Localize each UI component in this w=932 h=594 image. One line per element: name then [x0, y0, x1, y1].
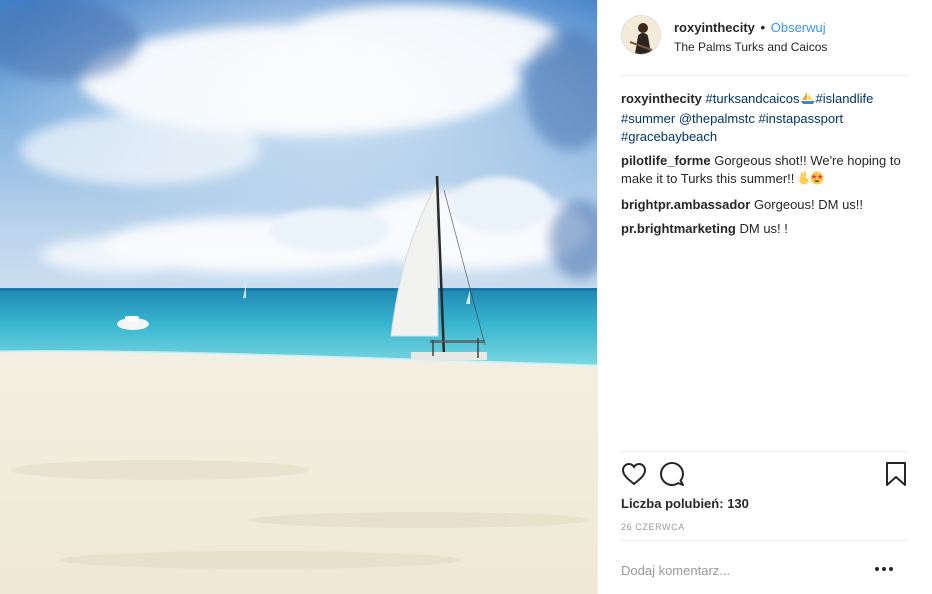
more-options-button[interactable]: [868, 558, 900, 580]
comment-icon: [660, 462, 684, 486]
avatar[interactable]: [621, 15, 661, 55]
post-photo[interactable]: [0, 0, 597, 594]
comment-username[interactable]: pilotlife_forme: [621, 153, 711, 168]
caption-username[interactable]: roxyinthecity: [621, 91, 702, 106]
header-divider: [620, 75, 909, 76]
sailboat-emoji-icon: [800, 91, 816, 110]
likes-count[interactable]: Liczba polubień: 130: [621, 496, 749, 511]
comment-button[interactable]: [658, 460, 686, 488]
like-button[interactable]: [620, 460, 648, 488]
comment: pilotlife_forme Gorgeous shot!! We're ho…: [621, 152, 911, 190]
hashtag[interactable]: #islandlife: [816, 91, 874, 106]
fingers-crossed-emoji-icon: [798, 171, 810, 190]
star-struck-emoji-icon: [810, 171, 824, 190]
actions-divider: [620, 451, 908, 452]
heart-icon: [621, 462, 647, 486]
comment: brightpr.ambassador Gorgeous! DM us!!: [621, 196, 911, 214]
hashtag[interactable]: #gracebaybeach: [621, 129, 717, 144]
comment: pr.brightmarketing DM us! !: [621, 220, 911, 238]
avatar-image: [622, 16, 660, 54]
hashtag[interactable]: #instapassport: [759, 111, 844, 126]
comment-username[interactable]: brightpr.ambassador: [621, 197, 750, 212]
comment-username[interactable]: pr.brightmarketing: [621, 221, 736, 236]
bookmark-icon: [886, 462, 906, 486]
follow-button[interactable]: Obserwuj: [771, 20, 826, 35]
caption: roxyinthecity #turksandcaicos #islandlife…: [621, 90, 911, 146]
instagram-post: roxyinthecity • Obserwuj The Palms Turks…: [0, 0, 932, 594]
comments-list: roxyinthecity #turksandcaicos #islandlife…: [621, 90, 911, 244]
likes-value: 130: [727, 496, 749, 511]
post-date[interactable]: 26 CZERWCA: [621, 522, 685, 532]
likes-label: Liczba polubień:: [621, 496, 724, 511]
action-bar: [620, 460, 910, 490]
beach-sailboat-image: [0, 0, 597, 594]
location-link[interactable]: The Palms Turks and Caicos: [674, 40, 827, 54]
post-header: roxyinthecity • Obserwuj The Palms Turks…: [598, 0, 932, 76]
save-button[interactable]: [882, 460, 910, 488]
header-separator: •: [760, 20, 766, 35]
hashtag[interactable]: #summer: [621, 111, 675, 126]
more-options-icon: [875, 567, 893, 571]
comment-text: Gorgeous! DM us!!: [753, 197, 864, 212]
post-side-panel: roxyinthecity • Obserwuj The Palms Turks…: [597, 0, 932, 594]
mention[interactable]: @thepalmstc: [679, 111, 755, 126]
add-comment-input[interactable]: [621, 560, 851, 580]
comment-text: DM us! !: [739, 221, 788, 236]
hashtag[interactable]: #turksandcaicos: [706, 91, 800, 106]
add-comment-divider: [620, 540, 908, 541]
header-username[interactable]: roxyinthecity: [674, 20, 755, 35]
